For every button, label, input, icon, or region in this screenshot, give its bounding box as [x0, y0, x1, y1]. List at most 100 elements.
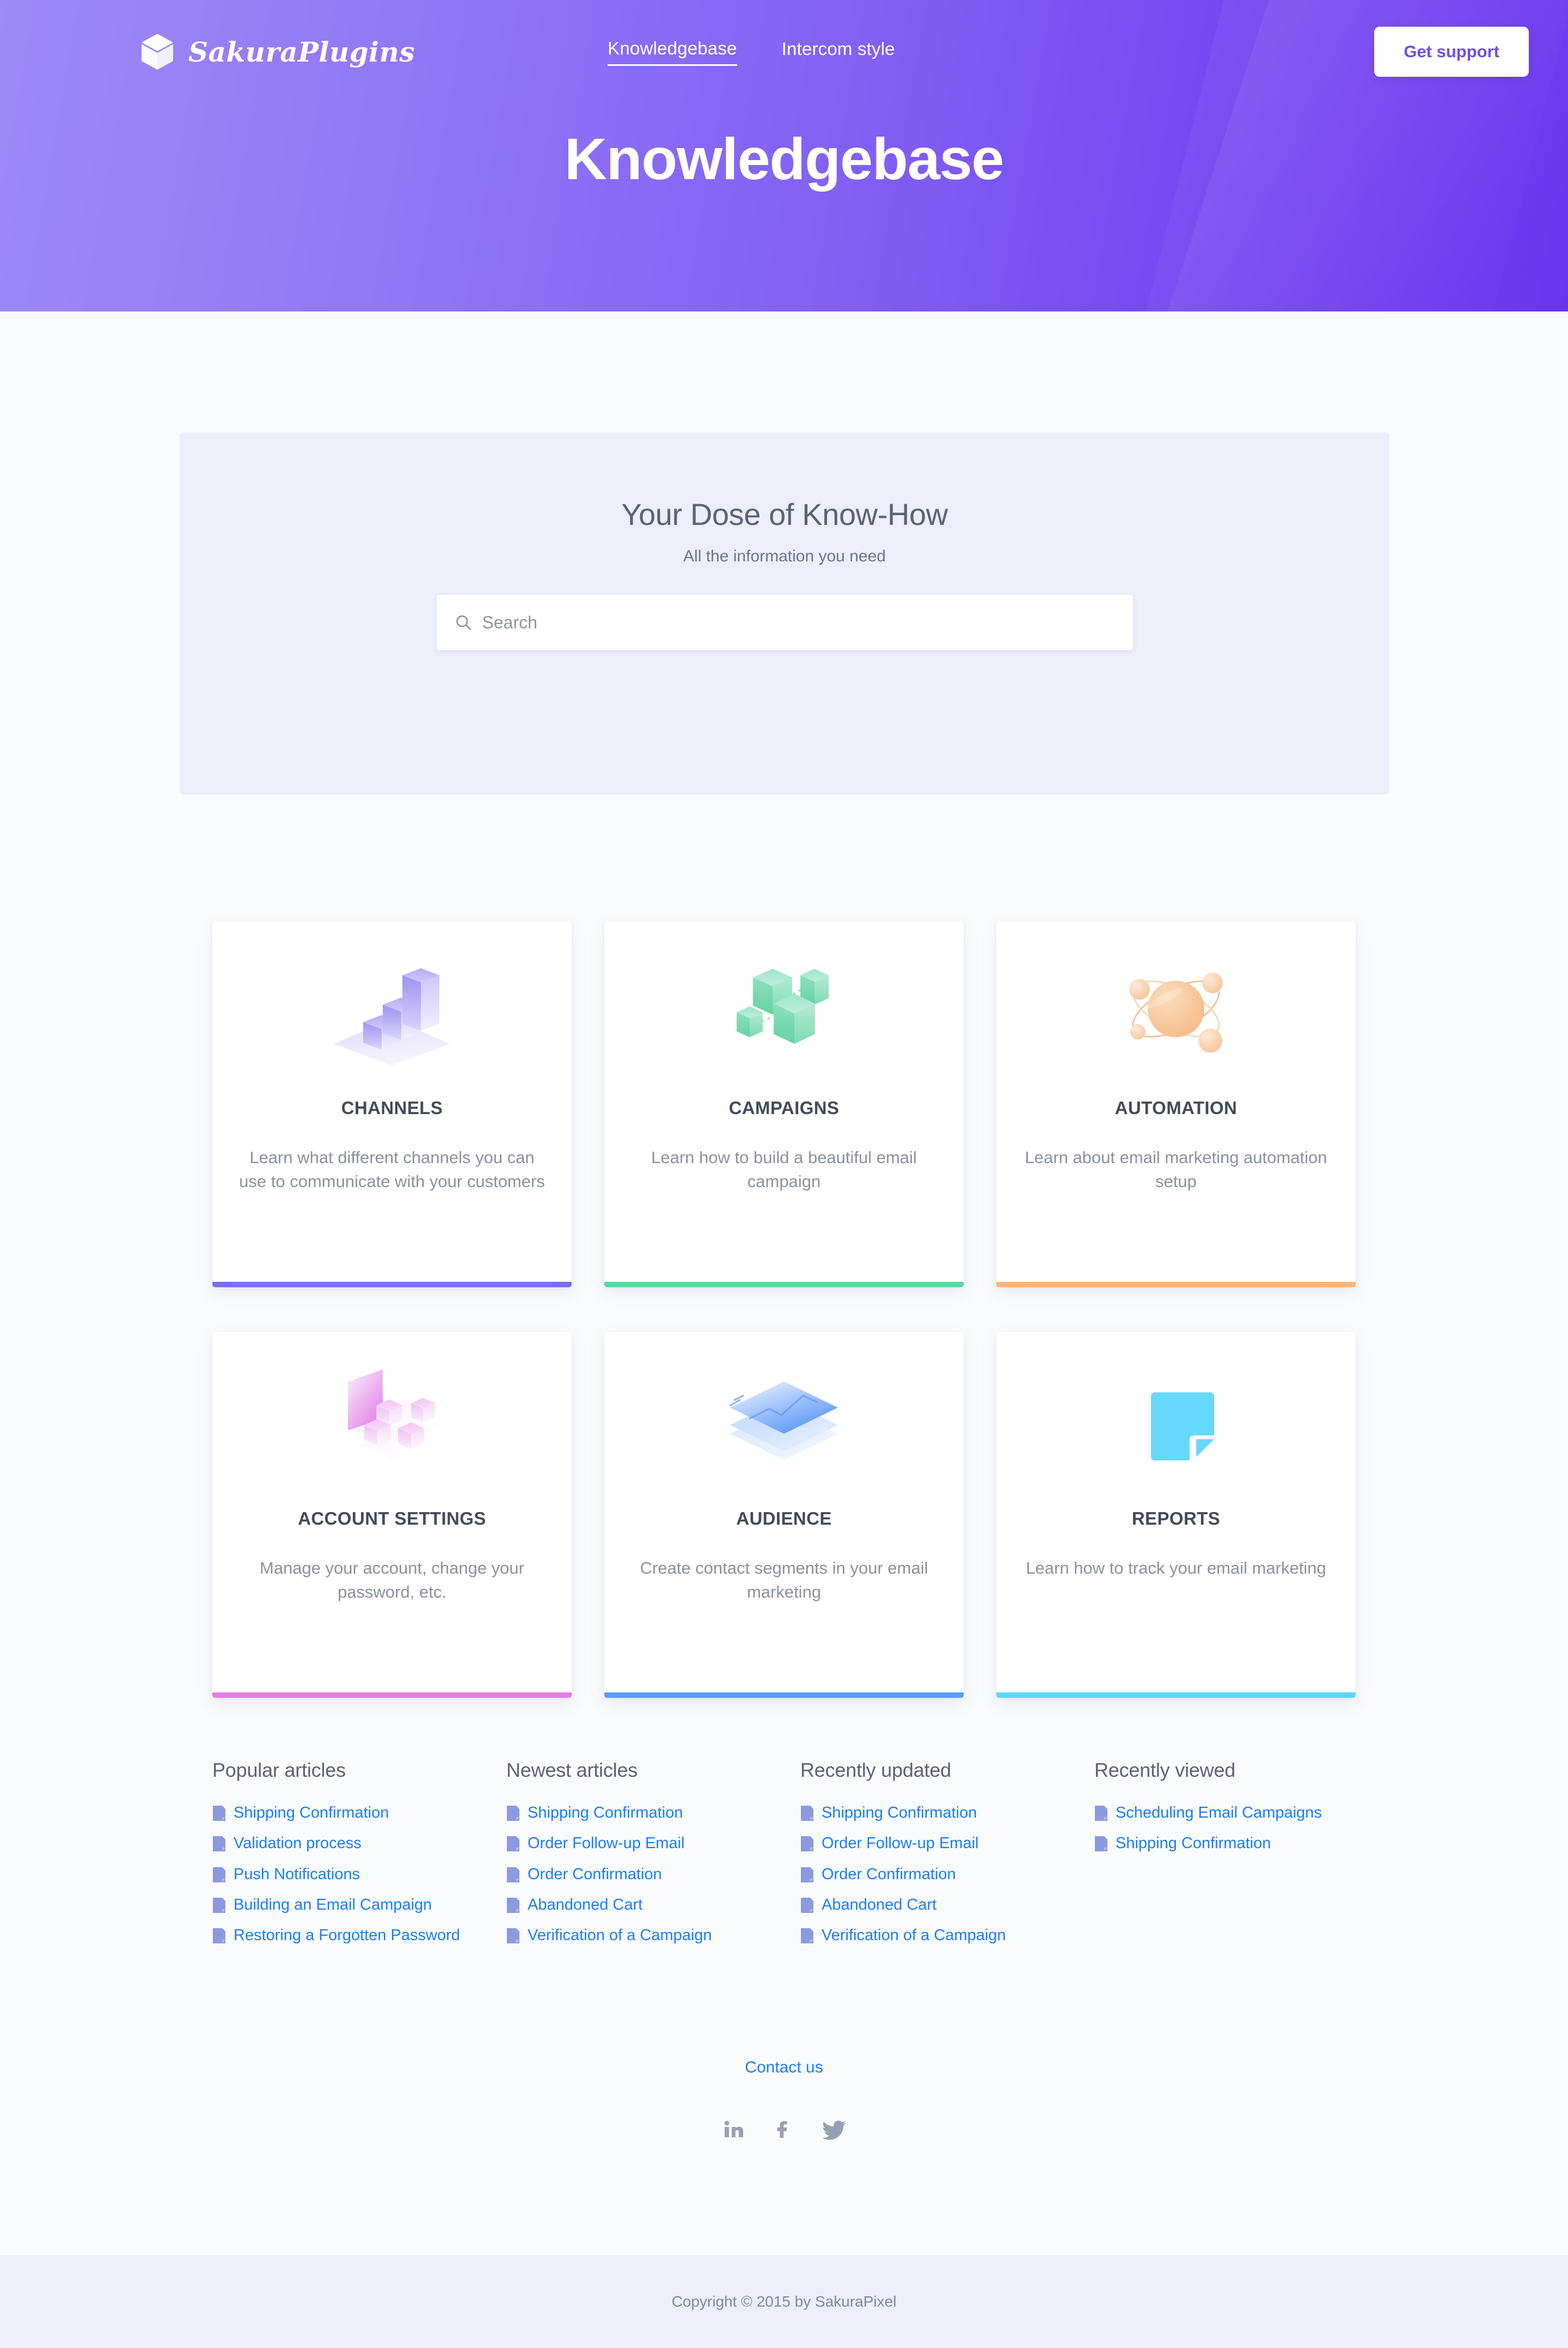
list-item[interactable]: Validation process [212, 1832, 506, 1855]
article-link[interactable]: Scheduling Email Campaigns [1116, 1801, 1322, 1824]
document-icon [507, 1867, 519, 1882]
article-link[interactable]: Shipping Confirmation [528, 1801, 683, 1824]
nav-links: Knowledgebase Intercom style [608, 38, 895, 66]
card-accent-bar [996, 1692, 1356, 1698]
article-link[interactable]: Shipping Confirmation [1116, 1832, 1271, 1855]
article-column-title: Recently viewed [1094, 1759, 1236, 1781]
nav-link-intercom-style[interactable]: Intercom style [782, 39, 895, 65]
nav-link-knowledgebase[interactable]: Knowledgebase [608, 38, 737, 66]
document-icon [1095, 1806, 1107, 1821]
document-icon [213, 1836, 225, 1852]
list-item[interactable]: Verification of a Campaign [800, 1924, 1094, 1947]
category-card-campaigns[interactable]: CAMPAIGNS Learn how to build a beautiful… [604, 921, 964, 1287]
document-icon [801, 1806, 813, 1821]
list-item[interactable]: Shipping Confirmation [506, 1801, 800, 1824]
document-icon [507, 1928, 519, 1944]
article-column-title: Popular articles [212, 1759, 346, 1781]
article-columns: Popular articles Shipping Confirmation V… [212, 1759, 1356, 1955]
document-icon [1095, 1836, 1107, 1852]
category-card-reports[interactable]: REPORTS Learn how to track your email ma… [996, 1332, 1356, 1698]
document-icon [507, 1897, 519, 1913]
article-column-title: Newest articles [506, 1759, 638, 1781]
article-link[interactable]: Restoring a Forgotten Password [234, 1924, 460, 1947]
linkedin-icon[interactable] [722, 2118, 744, 2140]
card-accent-bar [604, 1282, 964, 1287]
atom-orbit-icon [1113, 953, 1239, 1067]
bottom-bar: Copyright © 2015 by SakuraPixel [0, 2255, 1568, 2348]
document-icon [507, 1806, 519, 1821]
list-item[interactable]: Abandoned Cart [506, 1893, 800, 1916]
card-accent-bar [604, 1692, 964, 1698]
facebook-icon[interactable] [772, 2118, 794, 2140]
category-card-description: Manage your account, change your passwor… [260, 1558, 524, 1602]
category-card-account-settings[interactable]: ACCOUNT SETTINGS Manage your account, ch… [212, 1332, 572, 1698]
article-link[interactable]: Validation process [234, 1832, 362, 1855]
card-accent-bar [996, 1282, 1356, 1287]
wall-blocks-icon [329, 1363, 455, 1478]
article-link[interactable]: Shipping Confirmation [822, 1801, 977, 1824]
get-support-button[interactable]: Get support [1374, 27, 1529, 77]
card-row-1: CHANNELS Learn what different channels y… [212, 921, 1356, 1287]
page-title: Knowledgebase [564, 126, 1004, 192]
document-icon [213, 1867, 225, 1882]
category-card-title: CAMPAIGNS [728, 1098, 840, 1118]
document-icon [801, 1867, 813, 1882]
contact-row: Contact us [0, 2058, 1568, 2077]
category-card-description: Learn what different channels you can us… [239, 1148, 545, 1191]
category-card-audience[interactable]: AUDIENCE Create contact segments in your… [604, 1332, 964, 1698]
document-icon [801, 1928, 813, 1944]
document-icon [213, 1806, 225, 1821]
article-link[interactable]: Order Follow-up Email [822, 1832, 978, 1855]
card-row-2: ACCOUNT SETTINGS Manage your account, ch… [212, 1332, 1356, 1698]
navbar: SakuraPlugins Knowledgebase Intercom sty… [0, 0, 1568, 103]
list-item[interactable]: Shipping Confirmation [800, 1801, 1094, 1824]
category-card-title: AUDIENCE [736, 1508, 832, 1528]
article-link[interactable]: Order Follow-up Email [528, 1832, 684, 1855]
list-item[interactable]: Order Confirmation [506, 1863, 800, 1886]
list-item[interactable]: Order Follow-up Email [506, 1832, 800, 1855]
card-accent-bar [212, 1282, 572, 1287]
category-card-title: REPORTS [1131, 1508, 1221, 1528]
category-card-title: ACCOUNT SETTINGS [298, 1508, 486, 1528]
article-column-recently-updated: Recently updated Shipping Confirmation O… [800, 1759, 1094, 1955]
twitter-icon[interactable] [822, 2118, 846, 2140]
article-column-recently-viewed: Recently viewed Scheduling Email Campaig… [1094, 1759, 1356, 1955]
article-link[interactable]: Push Notifications [234, 1863, 360, 1886]
category-card-title: AUTOMATION [1114, 1098, 1238, 1118]
article-link[interactable]: Building an Email Campaign [234, 1893, 432, 1916]
article-link[interactable]: Verification of a Campaign [528, 1924, 712, 1947]
note-page-icon [1113, 1363, 1239, 1478]
list-item[interactable]: Order Confirmation [800, 1863, 1094, 1886]
copyright-text: Copyright © 2015 by SakuraPixel [671, 2292, 897, 2310]
document-icon [507, 1836, 519, 1852]
brand-logo[interactable]: SakuraPlugins [140, 33, 415, 71]
hero-header: SakuraPlugins Knowledgebase Intercom sty… [0, 0, 1568, 311]
category-card-title: CHANNELS [341, 1098, 443, 1118]
page-body: Your Dose of Know-How All the informatio… [0, 311, 1568, 2255]
layered-planes-icon [721, 1363, 847, 1478]
article-link[interactable]: Order Confirmation [822, 1863, 956, 1886]
list-item[interactable]: Building an Email Campaign [212, 1893, 506, 1916]
bar-chart-3d-icon [329, 953, 455, 1067]
article-link[interactable]: Verification of a Campaign [822, 1924, 1006, 1947]
article-column-popular: Popular articles Shipping Confirmation V… [212, 1759, 506, 1955]
article-link[interactable]: Order Confirmation [528, 1863, 662, 1886]
list-item[interactable]: Scheduling Email Campaigns [1094, 1801, 1356, 1824]
list-item[interactable]: Verification of a Campaign [506, 1924, 800, 1947]
contact-us-link[interactable]: Contact us [745, 2058, 823, 2076]
category-card-channels[interactable]: CHANNELS Learn what different channels y… [212, 921, 572, 1287]
list-item[interactable]: Restoring a Forgotten Password [212, 1924, 506, 1947]
article-link[interactable]: Abandoned Cart [528, 1893, 642, 1916]
list-item[interactable]: Abandoned Cart [800, 1893, 1094, 1916]
list-item[interactable]: Order Follow-up Email [800, 1832, 1094, 1855]
category-card-description: Learn how to build a beautiful email cam… [651, 1148, 917, 1191]
document-icon [801, 1836, 813, 1852]
category-card-automation[interactable]: AUTOMATION Learn about email marketing a… [996, 921, 1356, 1287]
list-item[interactable]: Shipping Confirmation [1094, 1832, 1356, 1855]
list-item[interactable]: Push Notifications [212, 1863, 506, 1886]
list-item[interactable]: Shipping Confirmation [212, 1801, 506, 1824]
article-link[interactable]: Abandoned Cart [822, 1893, 936, 1916]
card-accent-bar [212, 1692, 572, 1698]
article-link[interactable]: Shipping Confirmation [234, 1801, 389, 1824]
box-3d-icon [142, 34, 173, 70]
